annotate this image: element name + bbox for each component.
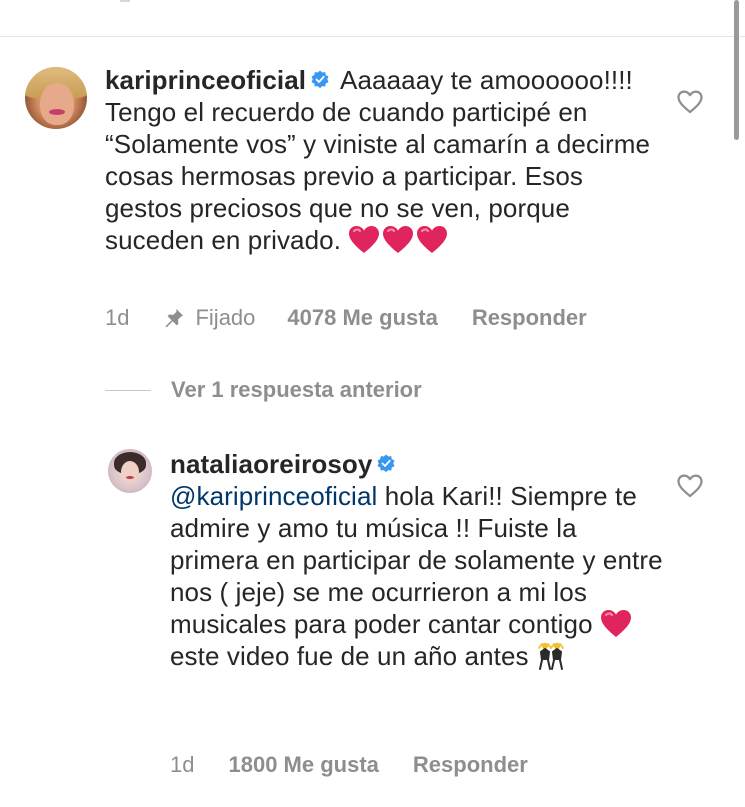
red-heart-emoji — [600, 610, 631, 637]
comment-username[interactable]: kariprinceoficial — [105, 65, 306, 95]
pin-icon — [166, 308, 184, 328]
dancers-emoji — [538, 642, 564, 670]
reply-text: nataliaoreirosoy @kariprinceoficial hola… — [170, 448, 665, 672]
mention-link[interactable]: @kariprinceoficial — [170, 481, 377, 511]
red-heart-emoji — [349, 226, 380, 253]
avatar[interactable] — [108, 449, 152, 493]
reply-button[interactable]: Responder — [472, 305, 587, 331]
replies-divider-line — [105, 389, 151, 391]
red-heart-emoji — [383, 226, 414, 253]
comment-meta: 1d Fijado 4078 Me gusta Responder — [105, 305, 587, 331]
top-divider — [0, 36, 745, 37]
likes-count[interactable]: 1800 Me gusta — [228, 752, 378, 778]
top-edge-mark — [120, 0, 130, 2]
avatar[interactable] — [25, 67, 87, 129]
view-previous-replies-label[interactable]: Ver 1 respuesta anterior — [171, 377, 422, 403]
pinned-text: Fijado — [195, 305, 256, 330]
view-previous-replies-button[interactable]: Ver 1 respuesta anterior — [105, 377, 422, 403]
likes-count[interactable]: 4078 Me gusta — [287, 305, 437, 331]
verified-badge-icon — [311, 70, 329, 89]
like-heart-icon[interactable] — [677, 474, 703, 498]
reply-meta: 1d 1800 Me gusta Responder — [170, 752, 528, 778]
reply-time: 1d — [170, 752, 195, 777]
red-heart-emoji — [417, 226, 448, 253]
verified-badge-icon — [377, 454, 395, 473]
scrollbar[interactable] — [734, 0, 739, 140]
reply-username[interactable]: nataliaoreirosoy — [170, 449, 372, 479]
comment-time: 1d — [105, 305, 130, 330]
like-heart-icon[interactable] — [677, 90, 703, 114]
pinned-label: Fijado — [163, 305, 255, 331]
comment-text: kariprinceoficial Aaaaaay te amoooooo!!!… — [105, 64, 665, 256]
reply-button[interactable]: Responder — [413, 752, 528, 778]
reply-message-part2: este video fue de un año antes — [170, 641, 529, 671]
